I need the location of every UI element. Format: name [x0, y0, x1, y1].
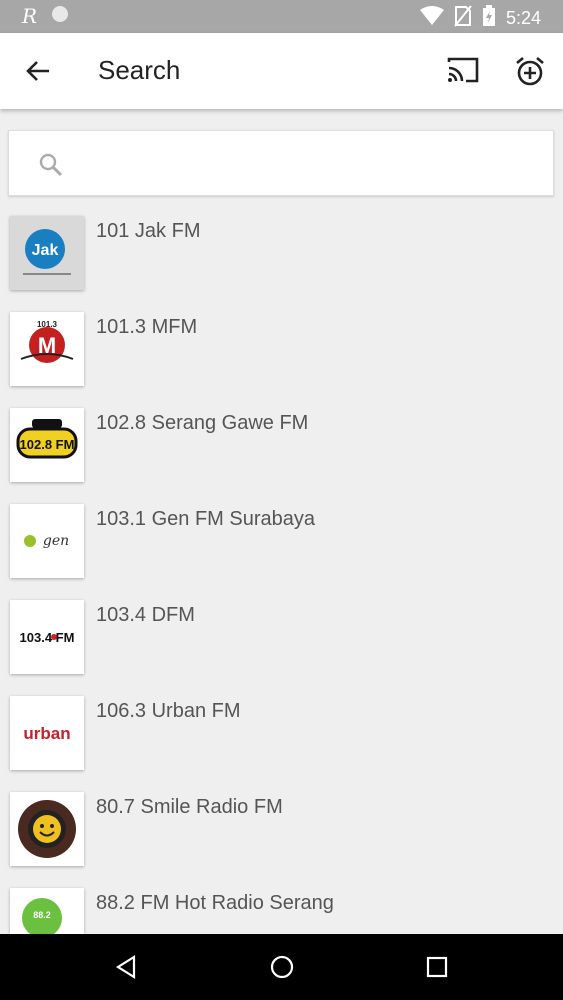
svg-text:102.8 FM: 102.8 FM [20, 437, 75, 452]
station-logo: 103.4 FM [10, 600, 84, 674]
arrow-back-icon [26, 61, 49, 81]
triangle-back-icon [115, 955, 136, 979]
circle-notification-icon [51, 5, 69, 28]
back-button[interactable] [22, 53, 54, 89]
search-box [8, 130, 554, 196]
search-input[interactable] [79, 143, 543, 185]
station-logo [10, 792, 84, 866]
system-nav-bar [0, 934, 563, 1000]
status-bar: R 5:24 [0, 0, 563, 33]
station-logo: M 101.3 [10, 312, 84, 386]
station-list: Jak 101 Jak FM M 101.3 101.3 MFM 102.8 F… [0, 214, 563, 982]
station-name: 106.3 Urban FM [96, 700, 241, 722]
nav-back-button[interactable] [114, 954, 138, 985]
app-bar: Search [0, 33, 563, 109]
circle-home-icon [270, 955, 294, 979]
station-name: 101 Jak FM [96, 220, 201, 242]
list-item[interactable]: Jak 101 Jak FM [0, 214, 563, 310]
page-title: Search [98, 55, 181, 85]
svg-text:gen: gen [43, 533, 69, 549]
station-name: 101.3 MFM [96, 316, 198, 338]
station-name: 88.2 FM Hot Radio Serang [96, 892, 334, 914]
station-logo: 102.8 FM [10, 408, 84, 482]
list-item[interactable]: gen 103.1 Gen FM Surabaya [0, 502, 563, 598]
svg-text:urban: urban [23, 724, 70, 743]
list-item[interactable]: urban 106.3 Urban FM [0, 694, 563, 790]
svg-text:101.3: 101.3 [37, 320, 58, 329]
list-item[interactable]: 102.8 FM 102.8 Serang Gawe FM [0, 406, 563, 502]
wifi-icon [419, 6, 444, 31]
add-alarm-button[interactable] [514, 55, 546, 92]
station-name: 102.8 Serang Gawe FM [96, 412, 309, 434]
list-item[interactable]: 103.4 FM 103.4 DFM [0, 598, 563, 694]
svg-text:103.4 FM: 103.4 FM [20, 630, 75, 645]
station-name: 80.7 Smile Radio FM [96, 796, 283, 818]
square-recents-icon [426, 956, 448, 978]
station-logo: Jak [10, 216, 84, 290]
nav-home-button[interactable] [269, 954, 295, 985]
station-logo: urban [10, 696, 84, 770]
list-item[interactable]: M 101.3 101.3 MFM [0, 310, 563, 406]
station-logo: gen [10, 504, 84, 578]
alarm-add-icon [516, 57, 544, 86]
status-time: 5:24 [505, 8, 541, 28]
search-icon [39, 153, 63, 182]
station-logo: 88.2 [10, 888, 84, 934]
cast-icon [447, 57, 479, 83]
battery-charging-icon [482, 5, 496, 32]
svg-text:Jak: Jak [32, 242, 59, 259]
svg-text:88.2: 88.2 [33, 910, 51, 920]
cast-button[interactable] [446, 55, 480, 90]
no-sim-icon [454, 5, 472, 32]
app-notification-icon: R [22, 4, 38, 28]
nav-recents-button[interactable] [425, 954, 449, 985]
station-name: 103.1 Gen FM Surabaya [96, 508, 316, 530]
station-name: 103.4 DFM [96, 604, 195, 626]
list-item[interactable]: 80.7 Smile Radio FM [0, 790, 563, 886]
